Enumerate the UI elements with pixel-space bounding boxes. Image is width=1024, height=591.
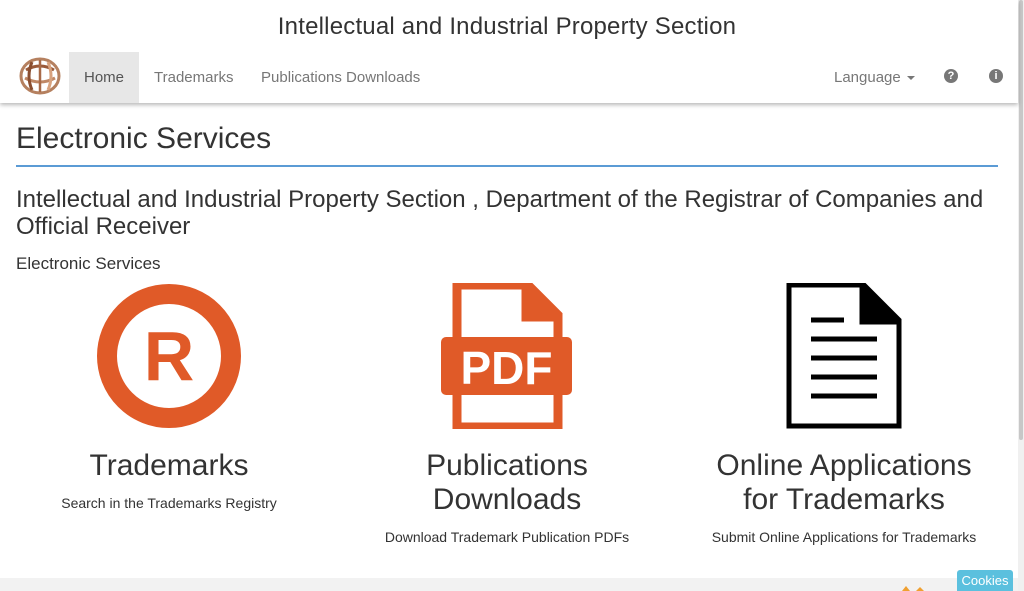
top-navbar: Intellectual and Industrial Property Sec… [0, 0, 1018, 103]
site-title: Intellectual and Industrial Property Sec… [277, 13, 737, 40]
service-title-trademarks[interactable]: Trademarks [40, 449, 298, 483]
info-circle-icon[interactable]: i [989, 69, 1003, 83]
svg-text:R: R [144, 317, 195, 395]
department-subtitle: Intellectual and Industrial Property Sec… [16, 186, 984, 240]
registered-trademark-icon[interactable]: R [96, 283, 242, 429]
document-icon[interactable] [786, 283, 902, 429]
svg-text:PDF: PDF [461, 342, 553, 394]
caret-down-icon [906, 76, 915, 81]
page-heading: Electronic Services [16, 122, 272, 155]
service-title-online-applications[interactable]: Online Applications for Trademarks [695, 449, 993, 517]
cookies-button[interactable]: Cookies [957, 570, 1013, 591]
pdf-file-icon[interactable]: PDF [441, 283, 572, 429]
section-label: Electronic Services [16, 254, 161, 273]
nav-trademarks[interactable]: Trademarks [154, 52, 233, 103]
heading-divider [16, 165, 998, 167]
service-desc-trademarks: Search in the Trademarks Registry [61, 495, 277, 511]
language-label: Language [834, 69, 901, 86]
service-title-publications[interactable]: Publications Downloads [382, 449, 632, 517]
nav-home[interactable]: Home [69, 52, 139, 103]
language-dropdown[interactable]: Language [834, 52, 915, 103]
site-logo[interactable] [18, 56, 62, 96]
decorative-sparkle-icon [902, 586, 924, 591]
footer-strip [0, 578, 1018, 591]
scrollbar-thumb[interactable] [1019, 0, 1023, 440]
question-circle-icon[interactable]: ? [944, 69, 958, 83]
nav-publications-downloads[interactable]: Publications Downloads [261, 52, 420, 103]
service-desc-online-applications: Submit Online Applications for Trademark… [711, 529, 977, 545]
service-desc-publications: Download Trademark Publication PDFs [384, 529, 630, 545]
